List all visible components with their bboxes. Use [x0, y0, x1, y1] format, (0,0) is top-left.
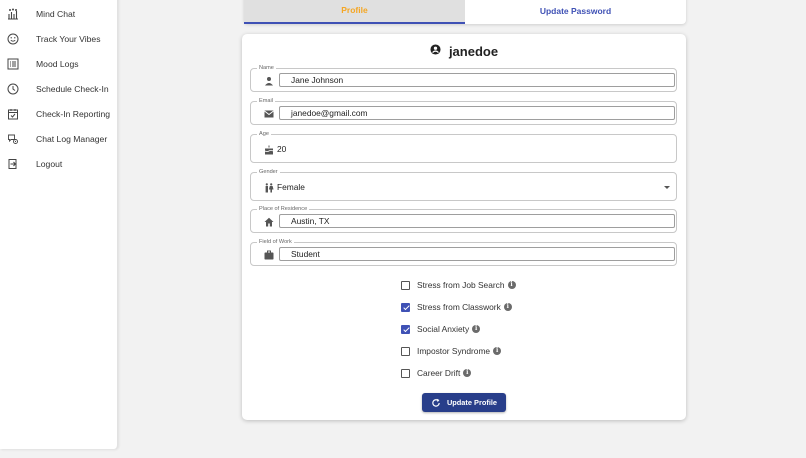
info-icon[interactable]: i	[463, 369, 472, 377]
gender-field[interactable]: Gender Female	[250, 168, 677, 201]
concern-job-search[interactable]: Stress from Job Search i	[401, 278, 516, 292]
info-icon[interactable]: i	[493, 347, 502, 355]
sidebar-item-mind-chat[interactable]: Mind Chat	[0, 2, 118, 26]
brain-chat-icon	[7, 8, 19, 20]
update-profile-label: Update Profile	[446, 398, 498, 407]
account-circle-icon	[430, 44, 441, 55]
profile-tabs: Profile Update Password	[244, 0, 686, 24]
sidebar-item-label: Schedule Check-In	[36, 84, 109, 94]
sidebar-item-chat-log-manager[interactable]: Chat Log Manager	[0, 127, 118, 151]
profile-card: janedoe Name Jane Johnson Email janedoe@…	[242, 34, 686, 420]
concern-checkbox[interactable]	[401, 324, 410, 334]
chevron-down-icon[interactable]	[664, 186, 670, 189]
cake-icon	[264, 145, 274, 155]
concern-social-anxiety[interactable]: Social Anxiety i	[401, 322, 481, 336]
concern-label: Stress from Classwork	[417, 302, 501, 312]
concern-checkbox[interactable]	[401, 302, 410, 312]
sidebar-item-label: Check-In Reporting	[36, 109, 111, 119]
wc-icon	[264, 183, 274, 193]
mail-icon	[264, 109, 274, 119]
person-icon	[264, 76, 274, 86]
briefcase-icon	[264, 250, 274, 260]
logout-icon	[7, 158, 19, 170]
work-field: Field of Work Student	[250, 238, 677, 266]
work-input[interactable]: Student	[279, 247, 675, 261]
sidebar-item-label: Logout	[36, 159, 63, 169]
sidebar-item-schedule-check-in[interactable]: Schedule Check-In	[0, 77, 118, 101]
tab-update-password[interactable]: Update Password	[465, 0, 686, 24]
tab-profile[interactable]: Profile	[244, 0, 465, 24]
email-label: Email	[257, 97, 275, 105]
concern-label: Career Drift	[417, 368, 461, 378]
sidebar-item-label: Mind Chat	[36, 9, 76, 19]
email-input[interactable]: janedoe@gmail.com	[279, 106, 675, 120]
residence-label: Place of Residence	[257, 205, 310, 213]
profile-username: janedoe	[448, 43, 499, 59]
concern-checkbox[interactable]	[401, 346, 410, 356]
concern-career-drift[interactable]: Career Drift i	[401, 366, 472, 380]
name-label: Name	[257, 64, 276, 72]
refresh-icon	[431, 398, 441, 408]
gender-label: Gender	[257, 168, 280, 176]
info-icon[interactable]: i	[472, 325, 481, 333]
chat-settings-icon	[7, 133, 19, 145]
age-value: 20	[277, 144, 287, 154]
home-icon	[264, 217, 274, 227]
sidebar-item-label: Mood Logs	[36, 59, 79, 69]
concern-label: Stress from Job Search	[417, 280, 505, 290]
sidebar-item-track-your-vibes[interactable]: Track Your Vibes	[0, 27, 118, 51]
name-field: Name Jane Johnson	[250, 64, 677, 92]
concern-label: Social Anxiety	[417, 324, 470, 334]
info-icon[interactable]: i	[507, 281, 516, 289]
sidebar-item-mood-logs[interactable]: Mood Logs	[0, 52, 118, 76]
list-icon	[7, 58, 19, 70]
gender-value: Female	[277, 182, 305, 192]
info-icon[interactable]: i	[503, 303, 512, 311]
concern-checkbox[interactable]	[401, 368, 410, 378]
concern-checkbox[interactable]	[401, 280, 410, 290]
email-field: Email janedoe@gmail.com	[250, 97, 677, 125]
age-label: Age	[257, 130, 271, 138]
concern-classwork[interactable]: Stress from Classwork i	[401, 300, 512, 314]
concern-label: Impostor Syndrome	[417, 346, 491, 356]
clock-icon	[7, 83, 19, 95]
update-profile-button[interactable]: Update Profile	[422, 393, 506, 412]
residence-input[interactable]: Austin, TX	[279, 214, 675, 228]
sidebar-item-label: Track Your Vibes	[36, 34, 101, 44]
age-field[interactable]: Age 20	[250, 130, 677, 163]
name-input[interactable]: Jane Johnson	[279, 73, 675, 87]
sidebar: Mind Chat Track Your Vibes Mood Logs Sch…	[0, 0, 118, 449]
sidebar-item-label: Chat Log Manager	[36, 134, 108, 144]
work-label: Field of Work	[257, 238, 294, 246]
profile-header: janedoe	[242, 42, 686, 60]
sidebar-item-logout[interactable]: Logout	[0, 152, 118, 176]
calendar-check-icon	[7, 108, 19, 120]
sidebar-item-check-in-reporting[interactable]: Check-In Reporting	[0, 102, 118, 126]
concern-impostor-syndrome[interactable]: Impostor Syndrome i	[401, 344, 502, 358]
residence-field: Place of Residence Austin, TX	[250, 205, 677, 233]
smiley-icon	[7, 33, 19, 45]
